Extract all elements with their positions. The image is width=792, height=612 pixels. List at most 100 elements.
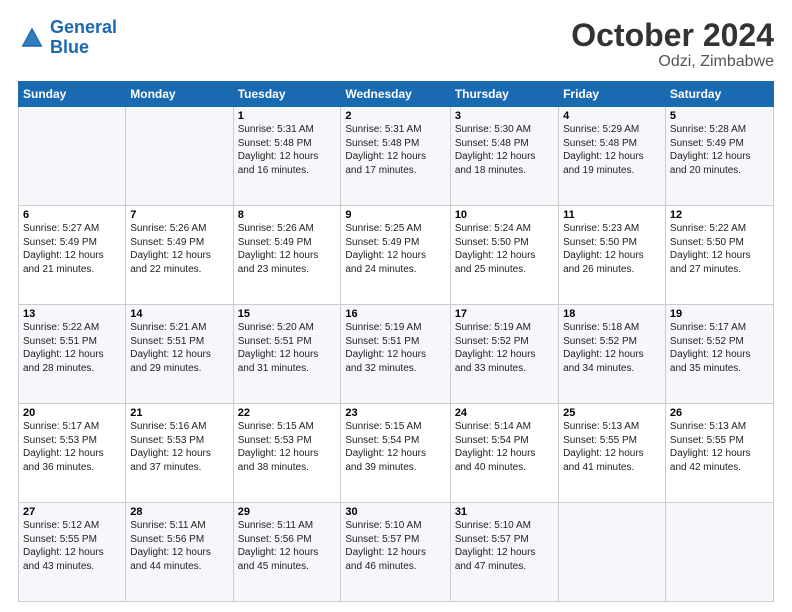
calendar-cell: 17 Sunrise: 5:19 AM Sunset: 5:52 PM Dayli… [450, 305, 558, 404]
day-info: Sunrise: 5:11 AM Sunset: 5:56 PM Dayligh… [130, 520, 211, 572]
calendar-cell: 26 Sunrise: 5:13 AM Sunset: 5:55 PM Dayli… [665, 404, 773, 503]
calendar-cell: 11Sunrise: 5:23 AM Sunset: 5:50 PM Dayli… [559, 206, 666, 305]
calendar-row-2: 13 Sunrise: 5:22 AM Sunset: 5:51 PM Dayli… [19, 305, 774, 404]
calendar-cell: 10 Sunrise: 5:24 AM Sunset: 5:50 PM Dayli… [450, 206, 558, 305]
calendar-cell: 19 Sunrise: 5:17 AM Sunset: 5:52 PM Dayli… [665, 305, 773, 404]
calendar-table: SundayMondayTuesdayWednesdayThursdayFrid… [18, 81, 774, 602]
calendar-cell: 20 Sunrise: 5:17 AM Sunset: 5:53 PM Dayli… [19, 404, 126, 503]
calendar-cell: 21Sunrise: 5:16 AM Sunset: 5:53 PM Dayli… [126, 404, 233, 503]
day-number: 19 [670, 308, 769, 320]
day-number: 16 [345, 308, 445, 320]
weekday-header-thursday: Thursday [450, 82, 558, 107]
weekday-header-sunday: Sunday [19, 82, 126, 107]
day-number: 12 [670, 209, 769, 221]
calendar-cell [665, 503, 773, 602]
day-number: 27 [23, 506, 121, 518]
logo-icon [18, 24, 46, 52]
day-info: Sunrise: 5:29 AM Sunset: 5:48 PM Dayligh… [563, 124, 644, 176]
calendar-cell [19, 107, 126, 206]
calendar-cell: 4 Sunrise: 5:29 AM Sunset: 5:48 PM Daylig… [559, 107, 666, 206]
day-number: 3 [455, 110, 554, 122]
calendar-cell: 3 Sunrise: 5:30 AM Sunset: 5:48 PM Daylig… [450, 107, 558, 206]
day-info: Sunrise: 5:25 AM Sunset: 5:49 PM Dayligh… [345, 223, 426, 275]
calendar-cell: 8Sunrise: 5:26 AM Sunset: 5:49 PM Daylig… [233, 206, 341, 305]
day-number: 23 [345, 407, 445, 419]
logo-general: General [50, 17, 117, 37]
calendar-cell: 15 Sunrise: 5:20 AM Sunset: 5:51 PM Dayli… [233, 305, 341, 404]
calendar-cell: 29 Sunrise: 5:11 AM Sunset: 5:56 PM Dayli… [233, 503, 341, 602]
day-number: 17 [455, 308, 554, 320]
day-info: Sunrise: 5:16 AM Sunset: 5:53 PM Dayligh… [130, 421, 211, 473]
calendar-cell: 30 Sunrise: 5:10 AM Sunset: 5:57 PM Dayli… [341, 503, 450, 602]
day-number: 30 [345, 506, 445, 518]
calendar-cell [559, 503, 666, 602]
day-info: Sunrise: 5:22 AM Sunset: 5:51 PM Dayligh… [23, 322, 104, 374]
calendar-cell: 14 Sunrise: 5:21 AM Sunset: 5:51 PM Dayli… [126, 305, 233, 404]
day-number: 13 [23, 308, 121, 320]
day-info: Sunrise: 5:18 AM Sunset: 5:52 PM Dayligh… [563, 322, 644, 374]
day-number: 26 [670, 407, 769, 419]
weekday-header-monday: Monday [126, 82, 233, 107]
day-number: 31 [455, 506, 554, 518]
day-info: Sunrise: 5:17 AM Sunset: 5:53 PM Dayligh… [23, 421, 104, 473]
day-info: Sunrise: 5:13 AM Sunset: 5:55 PM Dayligh… [670, 421, 751, 473]
day-info: Sunrise: 5:12 AM Sunset: 5:55 PM Dayligh… [23, 520, 104, 572]
header: General Blue October 2024 Odzi, Zimbabwe [18, 18, 774, 71]
calendar-cell: 9 Sunrise: 5:25 AM Sunset: 5:49 PM Daylig… [341, 206, 450, 305]
day-info: Sunrise: 5:19 AM Sunset: 5:51 PM Dayligh… [345, 322, 426, 374]
day-info: Sunrise: 5:26 AM Sunset: 5:49 PM Dayligh… [130, 223, 211, 275]
calendar-cell: 6Sunrise: 5:27 AM Sunset: 5:49 PM Daylig… [19, 206, 126, 305]
day-info: Sunrise: 5:30 AM Sunset: 5:48 PM Dayligh… [455, 124, 536, 176]
day-number: 24 [455, 407, 554, 419]
day-number: 8 [238, 209, 337, 221]
calendar-cell: 23Sunrise: 5:15 AM Sunset: 5:54 PM Dayli… [341, 404, 450, 503]
day-info: Sunrise: 5:19 AM Sunset: 5:52 PM Dayligh… [455, 322, 536, 374]
logo: General Blue [18, 18, 117, 58]
day-number: 18 [563, 308, 661, 320]
calendar-row-3: 20 Sunrise: 5:17 AM Sunset: 5:53 PM Dayli… [19, 404, 774, 503]
day-info: Sunrise: 5:20 AM Sunset: 5:51 PM Dayligh… [238, 322, 319, 374]
day-number: 22 [238, 407, 337, 419]
calendar-cell: 13 Sunrise: 5:22 AM Sunset: 5:51 PM Dayli… [19, 305, 126, 404]
calendar-cell: 7 Sunrise: 5:26 AM Sunset: 5:49 PM Daylig… [126, 206, 233, 305]
calendar-cell: 5 Sunrise: 5:28 AM Sunset: 5:49 PM Daylig… [665, 107, 773, 206]
day-info: Sunrise: 5:24 AM Sunset: 5:50 PM Dayligh… [455, 223, 536, 275]
weekday-header-tuesday: Tuesday [233, 82, 341, 107]
logo-blue: Blue [50, 37, 89, 57]
day-number: 20 [23, 407, 121, 419]
day-number: 9 [345, 209, 445, 221]
day-number: 15 [238, 308, 337, 320]
day-info: Sunrise: 5:17 AM Sunset: 5:52 PM Dayligh… [670, 322, 751, 374]
calendar-cell: 28 Sunrise: 5:11 AM Sunset: 5:56 PM Dayli… [126, 503, 233, 602]
calendar-cell: 27 Sunrise: 5:12 AM Sunset: 5:55 PM Dayli… [19, 503, 126, 602]
day-info: Sunrise: 5:21 AM Sunset: 5:51 PM Dayligh… [130, 322, 211, 374]
logo-text: General Blue [50, 18, 117, 58]
calendar-cell [126, 107, 233, 206]
calendar-cell: 16 Sunrise: 5:19 AM Sunset: 5:51 PM Dayli… [341, 305, 450, 404]
day-number: 25 [563, 407, 661, 419]
calendar-cell: 18 Sunrise: 5:18 AM Sunset: 5:52 PM Dayli… [559, 305, 666, 404]
day-number: 4 [563, 110, 661, 122]
day-number: 11 [563, 209, 661, 221]
day-info: Sunrise: 5:14 AM Sunset: 5:54 PM Dayligh… [455, 421, 536, 473]
calendar-cell: 12 Sunrise: 5:22 AM Sunset: 5:50 PM Dayli… [665, 206, 773, 305]
day-info: Sunrise: 5:11 AM Sunset: 5:56 PM Dayligh… [238, 520, 319, 572]
calendar-cell: 25 Sunrise: 5:13 AM Sunset: 5:55 PM Dayli… [559, 404, 666, 503]
day-number: 6 [23, 209, 121, 221]
day-number: 7 [130, 209, 228, 221]
calendar-cell: 1Sunrise: 5:31 AM Sunset: 5:48 PM Daylig… [233, 107, 341, 206]
day-number: 28 [130, 506, 228, 518]
main-title: October 2024 [571, 18, 774, 53]
day-number: 29 [238, 506, 337, 518]
day-info: Sunrise: 5:31 AM Sunset: 5:48 PM Dayligh… [238, 124, 319, 176]
day-info: Sunrise: 5:13 AM Sunset: 5:55 PM Dayligh… [563, 421, 644, 473]
day-info: Sunrise: 5:10 AM Sunset: 5:57 PM Dayligh… [345, 520, 426, 572]
calendar-row-1: 6Sunrise: 5:27 AM Sunset: 5:49 PM Daylig… [19, 206, 774, 305]
day-number: 10 [455, 209, 554, 221]
calendar-cell: 2Sunrise: 5:31 AM Sunset: 5:48 PM Daylig… [341, 107, 450, 206]
day-info: Sunrise: 5:22 AM Sunset: 5:50 PM Dayligh… [670, 223, 751, 275]
day-number: 14 [130, 308, 228, 320]
day-info: Sunrise: 5:28 AM Sunset: 5:49 PM Dayligh… [670, 124, 751, 176]
calendar-cell: 22Sunrise: 5:15 AM Sunset: 5:53 PM Dayli… [233, 404, 341, 503]
day-number: 5 [670, 110, 769, 122]
